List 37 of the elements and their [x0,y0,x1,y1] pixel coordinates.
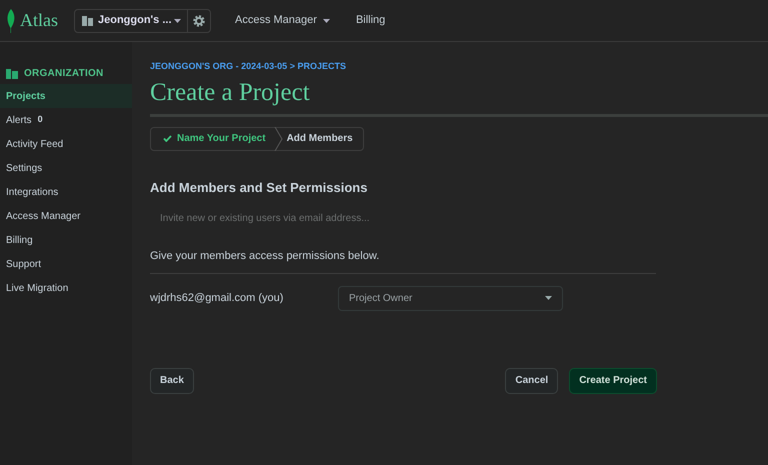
building-icon [82,15,93,26]
sidebar-item[interactable]: Alerts 0 [0,108,132,132]
atlas-logo-text[interactable]: Atlas [20,7,58,34]
building-icon [6,68,18,78]
invite-field[interactable]: Invite new or existing users via email address... [150,206,656,230]
sidebar-item[interactable]: Live Migration [0,276,132,300]
cancel-button[interactable]: Cancel [505,368,558,394]
caret-icon [174,18,181,22]
section-title: Add Members and Set Permissions [150,178,368,196]
member-email: wjdrhs62@gmail.com (you) [150,290,284,306]
role-dropdown[interactable]: Project Owner [338,286,563,310]
wizard-step: Name Your Project [151,131,274,146]
sidebar-item[interactable]: Billing [0,228,132,252]
leaf-logo-icon [6,8,16,32]
permissions-hint: Give your members access permissions below. [150,249,380,264]
sidebar-item[interactable]: Integrations [0,180,132,204]
chevron-separator-icon [274,126,283,150]
wizard-step: Add Members [282,131,363,146]
nav-link[interactable]: Billing [356,12,386,29]
sidebar-item[interactable]: Settings [0,156,132,180]
create-project-button[interactable]: Create Project [569,368,657,394]
page-title: Create a Project [150,78,311,108]
sidebar-item[interactable]: Projects [0,84,132,108]
sidebar-heading: ORGANIZATION [24,66,104,80]
caret-icon [322,18,330,22]
checkmark-icon [163,135,172,142]
organization-name: Jeonggon's ... [98,13,172,28]
settings-icon[interactable] [193,14,205,26]
organization-selector[interactable]: Jeonggon's ... [74,8,211,32]
sidebar-item[interactable]: Support [0,252,132,276]
sidebar-item[interactable]: Access Manager [0,204,132,228]
caret-icon [545,296,552,300]
back-button[interactable]: Back [150,368,194,394]
alert-count: 0 [38,113,43,126]
breadcrumb[interactable]: JEONGGON'S ORG - 2024-03-05 > PROJECTS [150,60,768,74]
nav-link[interactable]: Access Manager [235,12,330,29]
sidebar-item[interactable]: Activity Feed [0,132,132,156]
